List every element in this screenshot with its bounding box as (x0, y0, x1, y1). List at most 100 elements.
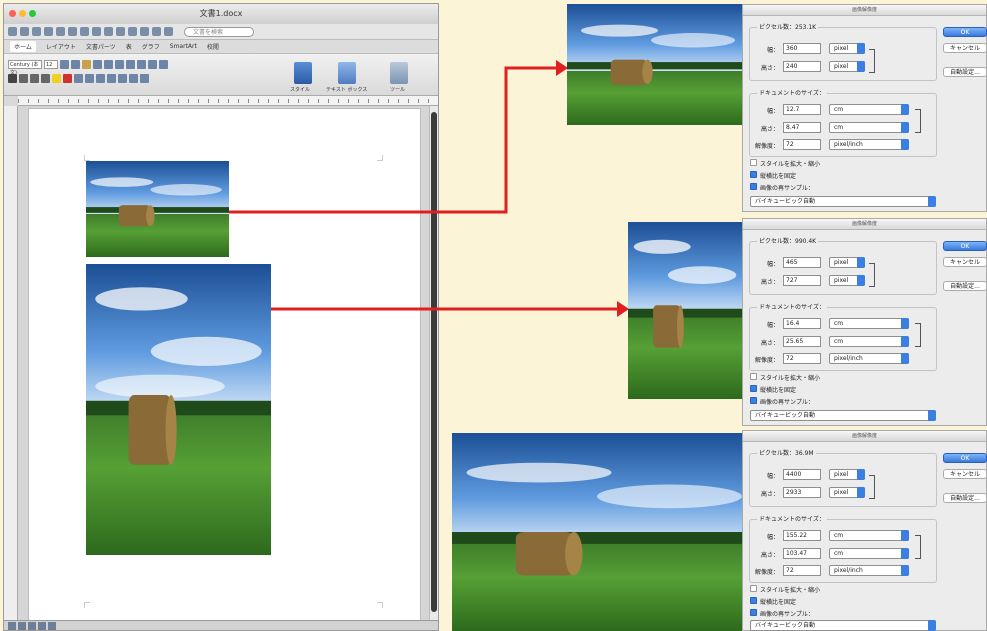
tab-document-parts[interactable]: 文書パーツ (86, 42, 116, 51)
vertical-ruler[interactable] (4, 106, 18, 620)
pixel-height-field[interactable]: 2933 (783, 487, 821, 498)
align-center-icon[interactable] (85, 74, 94, 83)
cancel-button[interactable]: キャンセル (943, 43, 987, 53)
scale-styles-checkbox[interactable] (750, 373, 757, 380)
resolution-field[interactable]: 72 (783, 565, 821, 576)
cancel-button[interactable]: キャンセル (943, 469, 987, 479)
close-window-button[interactable] (9, 10, 16, 17)
draft-view-icon[interactable] (8, 622, 16, 630)
clear-format-icon[interactable] (82, 60, 91, 69)
paste-icon[interactable] (92, 27, 101, 36)
doc-width-field[interactable]: 16.4 (783, 318, 821, 329)
font-color-icon[interactable] (63, 74, 72, 83)
cut-icon[interactable] (68, 27, 77, 36)
bold-icon[interactable] (8, 74, 17, 83)
outdent-icon[interactable] (126, 60, 135, 69)
horizontal-ruler[interactable] (18, 96, 438, 106)
tab-home[interactable]: ホーム (10, 41, 36, 52)
align-left-icon[interactable] (74, 74, 83, 83)
tab-tables[interactable]: 表 (126, 42, 132, 51)
tab-layout[interactable]: レイアウト (46, 42, 76, 51)
focus-view-icon[interactable] (48, 622, 56, 630)
doc-width-unit-select[interactable]: cm (829, 318, 909, 329)
pixel-height-unit-select[interactable]: pixel (829, 61, 865, 72)
shading-icon[interactable] (129, 74, 138, 83)
doc-height-field[interactable]: 8.47 (783, 122, 821, 133)
tab-review[interactable]: 校閲 (207, 42, 219, 51)
tools-icon[interactable] (390, 62, 408, 84)
doc-width-unit-select[interactable]: cm (829, 104, 909, 115)
resample-method-select[interactable]: バイキュービック自動 (750, 196, 936, 207)
open-icon[interactable] (32, 27, 41, 36)
doc-width-field[interactable]: 12.7 (783, 104, 821, 115)
scale-styles-checkbox[interactable] (750, 159, 757, 166)
hay-bale-photo-small[interactable] (86, 161, 229, 257)
resolution-unit-select[interactable]: pixel/inch (829, 565, 909, 576)
pixel-height-field[interactable]: 727 (783, 275, 821, 286)
resolution-unit-select[interactable]: pixel/inch (829, 139, 909, 150)
strikethrough-icon[interactable] (41, 74, 50, 83)
grow-font-icon[interactable] (60, 60, 69, 69)
doc-height-field[interactable]: 25.65 (783, 336, 821, 347)
ok-button[interactable]: OK (943, 241, 987, 251)
shrink-font-icon[interactable] (71, 60, 80, 69)
print-layout-icon[interactable] (28, 622, 36, 630)
resample-checkbox[interactable] (750, 609, 757, 616)
resample-checkbox[interactable] (750, 183, 757, 190)
help-icon[interactable] (164, 27, 173, 36)
print-icon[interactable] (56, 27, 65, 36)
resolution-field[interactable]: 72 (783, 139, 821, 150)
resample-checkbox[interactable] (750, 397, 757, 404)
pixel-width-field[interactable]: 465 (783, 257, 821, 268)
resolution-unit-select[interactable]: pixel/inch (829, 353, 909, 364)
indent-icon[interactable] (115, 60, 124, 69)
vertical-scrollbar[interactable] (429, 106, 438, 620)
pixel-height-field[interactable]: 240 (783, 61, 821, 72)
columns-icon[interactable] (118, 74, 127, 83)
font-name-field[interactable]: Century (本文) (8, 60, 42, 76)
resolution-field[interactable]: 72 (783, 353, 821, 364)
constrain-checkbox[interactable] (750, 171, 757, 178)
tab-smartart[interactable]: SmartArt (170, 43, 197, 50)
pixel-width-field[interactable]: 4400 (783, 469, 821, 480)
underline-icon[interactable] (30, 74, 39, 83)
auto-button[interactable]: 自動設定... (943, 493, 987, 503)
undo-icon[interactable] (104, 27, 113, 36)
doc-width-unit-select[interactable]: cm (829, 530, 909, 541)
pixel-width-unit-select[interactable]: pixel (829, 43, 865, 54)
ok-button[interactable]: OK (943, 27, 987, 37)
doc-height-field[interactable]: 103.47 (783, 548, 821, 559)
copy-icon[interactable] (80, 27, 89, 36)
italic-icon[interactable] (19, 74, 28, 83)
tab-charts[interactable]: グラフ (142, 42, 160, 51)
styles-icon[interactable] (294, 62, 312, 84)
sort-icon[interactable] (137, 60, 146, 69)
save-icon[interactable] (44, 27, 53, 36)
resample-method-select[interactable]: バイキュービック自動 (750, 620, 936, 631)
numbering-icon[interactable] (104, 60, 113, 69)
justify-icon[interactable] (107, 74, 116, 83)
doc-height-unit-select[interactable]: cm (829, 122, 909, 133)
pixel-width-field[interactable]: 360 (783, 43, 821, 54)
minimize-window-button[interactable] (19, 10, 26, 17)
zoom-icon[interactable] (152, 27, 161, 36)
notebook-view-icon[interactable] (38, 622, 46, 630)
linespacing-icon[interactable] (159, 60, 168, 69)
pixel-width-unit-select[interactable]: pixel (829, 469, 865, 480)
constrain-checkbox[interactable] (750, 597, 757, 604)
templates-icon[interactable] (20, 27, 29, 36)
pixel-height-unit-select[interactable]: pixel (829, 487, 865, 498)
hay-bale-photo-portrait[interactable] (86, 264, 271, 555)
align-right-icon[interactable] (96, 74, 105, 83)
search-input[interactable]: 文書を検索 (184, 26, 254, 37)
redo-icon[interactable] (116, 27, 125, 36)
doc-height-unit-select[interactable]: cm (829, 336, 909, 347)
auto-button[interactable]: 自動設定... (943, 67, 987, 77)
sidebar-icon[interactable] (128, 27, 137, 36)
outline-view-icon[interactable] (18, 622, 26, 630)
resample-method-select[interactable]: バイキュービック自動 (750, 410, 936, 421)
show-marks-icon[interactable] (148, 60, 157, 69)
gallery-icon[interactable] (140, 27, 149, 36)
borders-icon[interactable] (140, 74, 149, 83)
font-size-field[interactable]: 12 (44, 60, 58, 69)
